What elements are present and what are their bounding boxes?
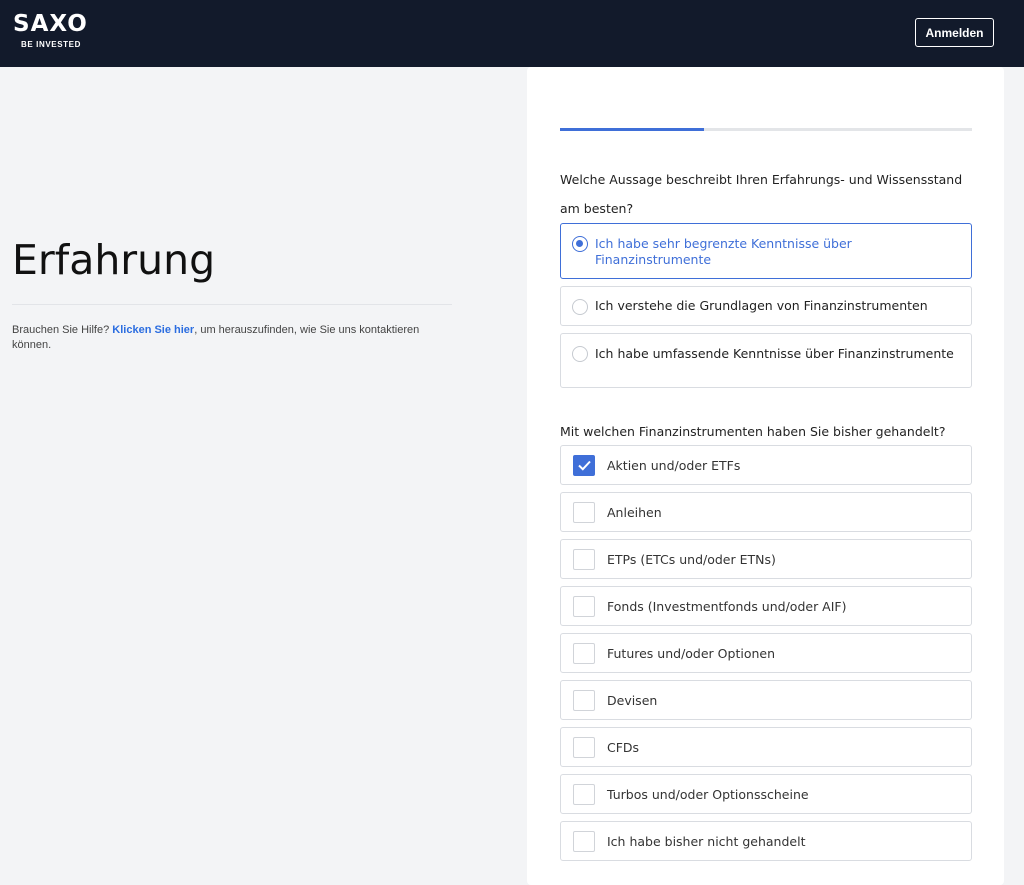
- checkbox-option-stocks-etfs[interactable]: Aktien und/oder ETFs: [560, 445, 972, 485]
- checkbox[interactable]: [573, 690, 595, 711]
- radio-option-label: Ich habe sehr begrenzte Kenntnisse über …: [595, 236, 852, 267]
- checkbox[interactable]: [573, 549, 595, 570]
- logo-wordmark: SAXO: [13, 11, 88, 37]
- logo-tagline: BE INVESTED: [21, 40, 81, 49]
- checkmark-icon: [578, 460, 591, 471]
- checkbox-option-forex[interactable]: Devisen: [560, 680, 972, 720]
- checkbox[interactable]: [573, 596, 595, 617]
- checkbox[interactable]: [573, 455, 595, 476]
- checkbox-label: Devisen: [607, 693, 658, 708]
- checkbox[interactable]: [573, 831, 595, 852]
- help-link[interactable]: Klicken Sie hier: [112, 324, 194, 336]
- help-text: Brauchen Sie Hilfe? Klicken Sie hier, um…: [12, 323, 452, 353]
- checkbox-option-etps[interactable]: ETPs (ETCs und/oder ETNs): [560, 539, 972, 579]
- checkbox-label: ETPs (ETCs und/oder ETNs): [607, 552, 776, 567]
- questionnaire-card: Welche Aussage beschreibt Ihren Erfahrun…: [527, 67, 1004, 885]
- checkbox-label: Fonds (Investmentfonds und/oder AIF): [607, 599, 847, 614]
- checkbox-option-cfds[interactable]: CFDs: [560, 727, 972, 767]
- question-instruments: Mit welchen Finanzinstrumenten haben Sie…: [560, 424, 946, 439]
- checkbox[interactable]: [573, 643, 595, 664]
- checkbox-label: Anleihen: [607, 505, 662, 520]
- radio-button[interactable]: [572, 299, 588, 315]
- login-button[interactable]: Anmelden: [915, 18, 994, 47]
- progress-bar: [560, 128, 972, 131]
- radio-option-label: Ich verstehe die Grundlagen von Finanzin…: [595, 298, 928, 313]
- checkbox-label: CFDs: [607, 740, 640, 755]
- help-prefix: Brauchen Sie Hilfe?: [12, 324, 113, 336]
- checkbox-label: Aktien und/oder ETFs: [607, 458, 741, 473]
- checkbox-label: Ich habe bisher nicht gehandelt: [607, 834, 806, 849]
- page-title: Erfahrung: [12, 236, 216, 284]
- divider: [12, 304, 452, 305]
- checkbox[interactable]: [573, 502, 595, 523]
- radio-button[interactable]: [572, 346, 588, 362]
- saxo-logo[interactable]: SAXO BE INVESTED: [13, 12, 88, 49]
- checkbox-label: Turbos und/oder Optionsscheine: [607, 787, 809, 802]
- radio-option-label: Ich habe umfassende Kenntnisse über Fina…: [595, 346, 954, 361]
- question-experience: Welche Aussage beschreibt Ihren Erfahrun…: [560, 165, 972, 223]
- checkbox[interactable]: [573, 737, 595, 758]
- checkbox-option-bonds[interactable]: Anleihen: [560, 492, 972, 532]
- progress-fill: [560, 128, 705, 131]
- radio-option-basic-knowledge[interactable]: Ich verstehe die Grundlagen von Finanzin…: [560, 286, 972, 326]
- checkbox-option-futures-options[interactable]: Futures und/oder Optionen: [560, 633, 972, 673]
- question-experience-line2: am besten?: [560, 201, 634, 216]
- checkbox-option-turbos-warrants[interactable]: Turbos und/oder Optionsscheine: [560, 774, 972, 814]
- question-experience-line1: Welche Aussage beschreibt Ihren Erfahrun…: [560, 172, 963, 187]
- top-navigation-bar: SAXO BE INVESTED Anmelden: [0, 0, 1024, 67]
- checkbox-option-never-traded[interactable]: Ich habe bisher nicht gehandelt: [560, 821, 972, 861]
- radio-option-limited-knowledge[interactable]: Ich habe sehr begrenzte Kenntnisse über …: [560, 223, 972, 279]
- radio-option-extensive-knowledge[interactable]: Ich habe umfassende Kenntnisse über Fina…: [560, 333, 972, 388]
- checkbox-label: Futures und/oder Optionen: [607, 646, 775, 661]
- checkbox-option-funds[interactable]: Fonds (Investmentfonds und/oder AIF): [560, 586, 972, 626]
- radio-button[interactable]: [572, 236, 588, 252]
- checkbox[interactable]: [573, 784, 595, 805]
